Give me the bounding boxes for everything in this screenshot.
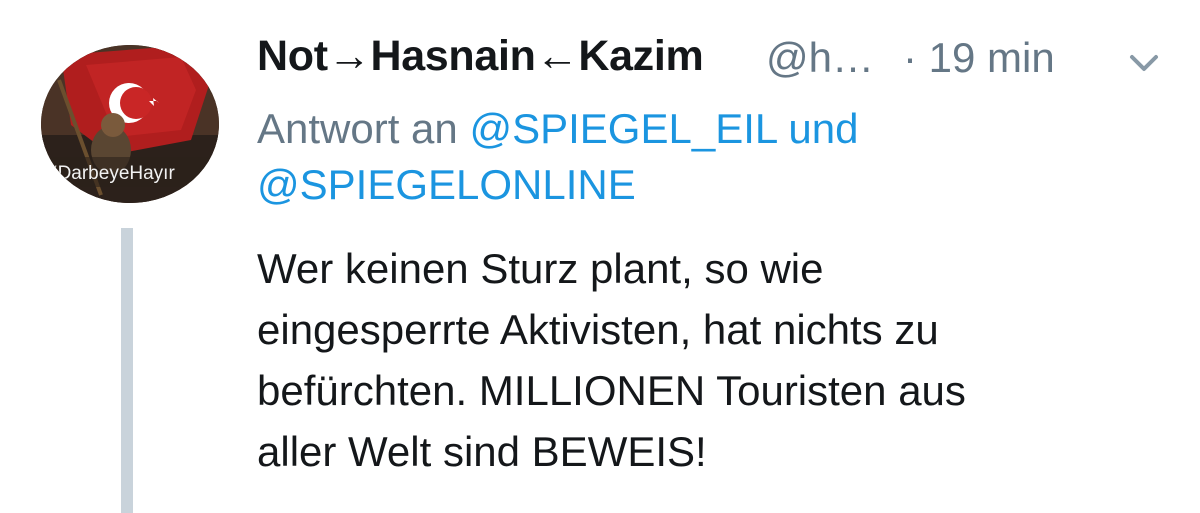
time-value: 19 min [928, 34, 1055, 81]
reply-mention-spiegelonline[interactable]: @SPIEGELONLINE [257, 161, 636, 208]
tweet-text-line: befürchten. MILLIONEN Touristen aus [257, 367, 966, 414]
tweet-text-line: eingesperrte Aktivisten, hat nichts zu [257, 306, 939, 353]
chevron-down-icon[interactable] [1127, 46, 1161, 80]
avatar[interactable]: #DarbeyeHayır [41, 45, 219, 203]
author-name[interactable]: Not→Hasnain←Kazim [257, 32, 704, 81]
tweet-text: Wer keinen Sturz plant, so wie eingesper… [257, 238, 1157, 482]
avatar-hashtag-text: #DarbeyeHayır [47, 163, 175, 184]
reply-context: Antwort an @SPIEGEL_EIL und @SPIEGELONLI… [257, 101, 1157, 213]
tweet-text-line: Wer keinen Sturz plant, so wie [257, 245, 824, 292]
tweet-header: Not→Hasnain←Kazim @h… · 19 min [257, 30, 1177, 86]
reply-prefix: Antwort an [257, 105, 458, 152]
reply-mention-spiegel-eil[interactable]: @SPIEGEL_EIL [469, 105, 776, 152]
thread-line [121, 228, 133, 513]
tweet[interactable]: #DarbeyeHayır Not→Hasnain←Kazim @h… · 19… [0, 0, 1200, 513]
time-separator: · [903, 34, 917, 81]
author-handle[interactable]: @h… [766, 34, 874, 82]
reply-conjunction[interactable]: und [788, 105, 858, 152]
tweet-text-line: aller Welt sind BEWEIS! [257, 428, 707, 475]
tweet-time[interactable]: · 19 min [903, 34, 1055, 82]
